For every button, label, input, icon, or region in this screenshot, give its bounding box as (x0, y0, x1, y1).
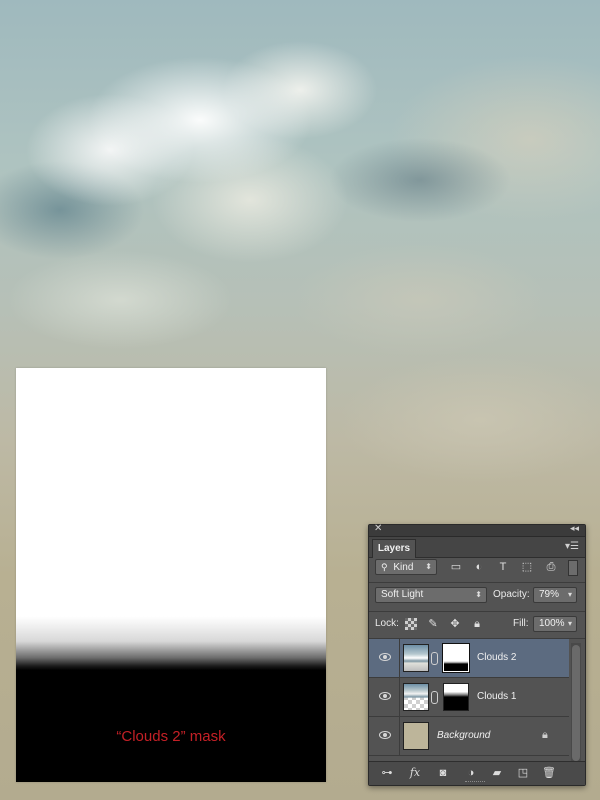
new-layer-icon[interactable]: ◳ (515, 766, 531, 780)
divider (369, 582, 585, 583)
link-layers-icon[interactable]: ⊶ (379, 766, 395, 780)
updown-arrows-icon: ⬍ (475, 590, 482, 599)
link-icon[interactable] (431, 691, 438, 704)
layer-row-clouds-2[interactable]: Clouds 2 (369, 639, 569, 678)
search-icon: ⚲ (381, 562, 388, 572)
fill-value: 100% (539, 618, 565, 629)
visibility-toggle[interactable] (369, 678, 400, 716)
group-folder-icon[interactable]: ▰ (489, 766, 505, 780)
panel-tab-row: Layers ▾☰ (369, 537, 585, 558)
layer-row-clouds-1[interactable]: Clouds 1 (369, 678, 569, 717)
dropdown-arrow-icon[interactable]: ▾ (568, 617, 572, 631)
layers-scrollbar[interactable] (571, 643, 581, 765)
blend-mode-value: Soft Light (381, 589, 424, 600)
fill-label: Fill: (513, 618, 529, 629)
opacity-field[interactable]: 79% ▾ (533, 587, 577, 603)
add-mask-icon[interactable]: ◙ (435, 766, 451, 780)
tab-layers[interactable]: Layers (372, 539, 416, 558)
dropdown-arrow-icon[interactable]: ▾ (568, 588, 572, 602)
layer-thumbnail[interactable] (403, 683, 429, 711)
collapse-icon[interactable]: ◂◂ (570, 523, 579, 534)
layer-row-background[interactable]: Background 🔒︎ (369, 717, 569, 756)
opacity-value: 79% (539, 589, 560, 600)
resize-grip[interactable] (465, 781, 485, 784)
mask-thumbnail[interactable] (443, 644, 469, 672)
eye-icon (379, 731, 391, 739)
mask-preview: “Clouds 2” mask (16, 368, 326, 782)
close-icon[interactable]: ✕ (374, 523, 382, 534)
mask-caption: “Clouds 2” mask (116, 728, 226, 745)
link-icon[interactable] (431, 652, 438, 665)
type-filter-icon[interactable]: T (496, 561, 510, 573)
trash-icon[interactable]: 🗑︎ (541, 766, 557, 780)
eye-icon (379, 653, 391, 661)
adjustment-filter-icon[interactable]: ◐ (472, 561, 486, 573)
layers-bottom-bar: ⊶ fx ◙ ◑ ▰ ◳ 🗑︎ (369, 761, 585, 785)
smart-object-filter-icon[interactable]: ⎙ (544, 561, 558, 573)
blend-mode-select[interactable]: Soft Light ⬍ (375, 587, 487, 603)
filter-kind-select[interactable]: ⚲ Kind ⬍ (375, 559, 437, 575)
layer-thumbnail[interactable] (403, 644, 429, 672)
lock-icon: 🔒︎ (542, 729, 548, 741)
shape-filter-icon[interactable]: ⬚ (520, 561, 534, 573)
scrollbar-thumb[interactable] (572, 645, 580, 761)
fill-field[interactable]: 100% ▾ (533, 616, 577, 632)
divider (369, 611, 585, 612)
image-filter-icon[interactable]: ▭ (449, 561, 463, 573)
lock-transparent-pixels-icon[interactable] (405, 618, 417, 630)
adjustment-layer-icon[interactable]: ◑ (463, 766, 479, 780)
filter-toggle-icon[interactable] (568, 560, 578, 576)
layer-name: Clouds 1 (477, 691, 517, 702)
fx-icon[interactable]: fx (407, 766, 423, 780)
lock-all-icon[interactable]: 🔒︎ (471, 618, 483, 630)
updown-arrows-icon: ⬍ (425, 562, 432, 571)
filter-kind-label: Kind (393, 562, 414, 573)
eye-icon (379, 692, 391, 700)
layer-name: Clouds 2 (477, 652, 517, 663)
lock-position-icon[interactable]: ✥ (449, 618, 461, 630)
mask-thumbnail[interactable] (443, 683, 469, 711)
layer-thumbnail[interactable] (403, 722, 429, 750)
panel-titlebar[interactable]: ✕ ◂◂ (369, 523, 585, 537)
lock-label: Lock: (375, 618, 399, 629)
panel-menu-icon[interactable]: ▾☰ (565, 541, 579, 552)
visibility-toggle[interactable] (369, 639, 400, 677)
opacity-label: Opacity: (493, 589, 530, 600)
visibility-toggle[interactable] (369, 717, 400, 755)
lock-image-pixels-icon[interactable]: ✎ (427, 618, 439, 630)
layers-panel: ✕ ◂◂ Layers ▾☰ ⚲ Kind ⬍ ▭ ◐ T ⬚ ⎙ Soft L… (368, 523, 586, 786)
layer-name: Background (437, 730, 491, 741)
